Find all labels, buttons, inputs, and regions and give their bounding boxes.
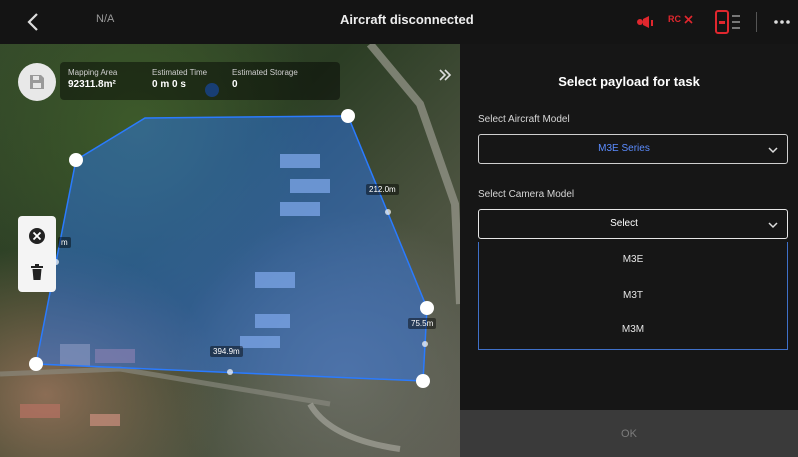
payload-selection-panel: Select payload for task Select Aircraft …	[460, 44, 798, 457]
back-button[interactable]	[22, 10, 46, 34]
rtk-signal-icon	[632, 10, 658, 37]
ok-button[interactable]: OK	[460, 410, 798, 457]
camera-model-value: Select	[610, 218, 638, 229]
distance-label: 394.9m	[210, 346, 243, 357]
mapping-area: Mapping Area 92311.8m²	[68, 68, 118, 90]
double-chevron-right-icon	[439, 69, 452, 81]
more-icon	[774, 20, 790, 24]
camera-model-options: M3E M3T M3M	[478, 242, 788, 350]
building	[20, 404, 60, 418]
rc-label: RC	[668, 14, 681, 24]
polygon-midpoint[interactable]	[385, 209, 391, 215]
chevron-down-icon	[768, 147, 778, 154]
option-m3m[interactable]: M3M	[479, 324, 787, 335]
expand-button[interactable]	[438, 68, 452, 85]
chevron-left-icon	[27, 13, 38, 31]
estimated-storage: Estimated Storage 0	[232, 68, 298, 90]
polygon-vertex[interactable]	[29, 357, 43, 371]
estimated-time: Estimated Time 0 m 0 s	[152, 68, 208, 90]
polygon-midpoint[interactable]	[227, 369, 233, 375]
close-icon	[684, 14, 693, 24]
map-overlay	[0, 44, 460, 452]
connection-status: Aircraft disconnected	[340, 12, 474, 27]
option-m3e[interactable]: M3E	[479, 254, 787, 265]
mission-info-panel: Mapping Area 92311.8m² Estimated Time 0 …	[60, 62, 340, 100]
save-button[interactable]	[18, 63, 56, 101]
divider	[756, 12, 757, 32]
polygon-vertex[interactable]	[416, 374, 430, 388]
aircraft-label: N/A	[96, 13, 115, 25]
polygon-vertex[interactable]	[341, 109, 355, 123]
distance-label: 212.0m	[366, 184, 399, 195]
survey-area-polygon[interactable]	[35, 115, 428, 382]
distance-label: m	[58, 237, 71, 248]
chevron-down-icon	[768, 222, 778, 229]
polygon-vertex[interactable]	[420, 301, 434, 315]
distance-label: 75.5m	[408, 318, 437, 329]
aircraft-model-select[interactable]: M3E Series	[478, 134, 788, 164]
aircraft-model-value: M3E Series	[598, 143, 650, 154]
rc-status: RC	[668, 14, 693, 24]
option-m3t[interactable]: M3T	[479, 290, 787, 301]
map-view[interactable]	[0, 44, 460, 457]
camera-model-label: Select Camera Model	[478, 189, 575, 200]
polygon-midpoint[interactable]	[422, 341, 428, 347]
polygon-vertex[interactable]	[69, 153, 83, 167]
trash-icon	[31, 264, 43, 280]
close-circle-icon	[29, 228, 45, 244]
panel-title: Select payload for task	[558, 74, 700, 89]
building	[90, 414, 120, 426]
delete-button[interactable]	[25, 260, 49, 284]
top-bar: N/A Aircraft disconnected RC	[0, 0, 798, 44]
battery-icon	[714, 9, 744, 40]
clear-button[interactable]	[25, 224, 49, 248]
edit-tool-panel	[18, 216, 56, 292]
save-icon	[30, 75, 44, 89]
aircraft-model-label: Select Aircraft Model	[478, 114, 570, 125]
ok-label: OK	[621, 427, 637, 440]
camera-model-select[interactable]: Select	[478, 209, 788, 239]
more-button[interactable]	[770, 10, 794, 34]
